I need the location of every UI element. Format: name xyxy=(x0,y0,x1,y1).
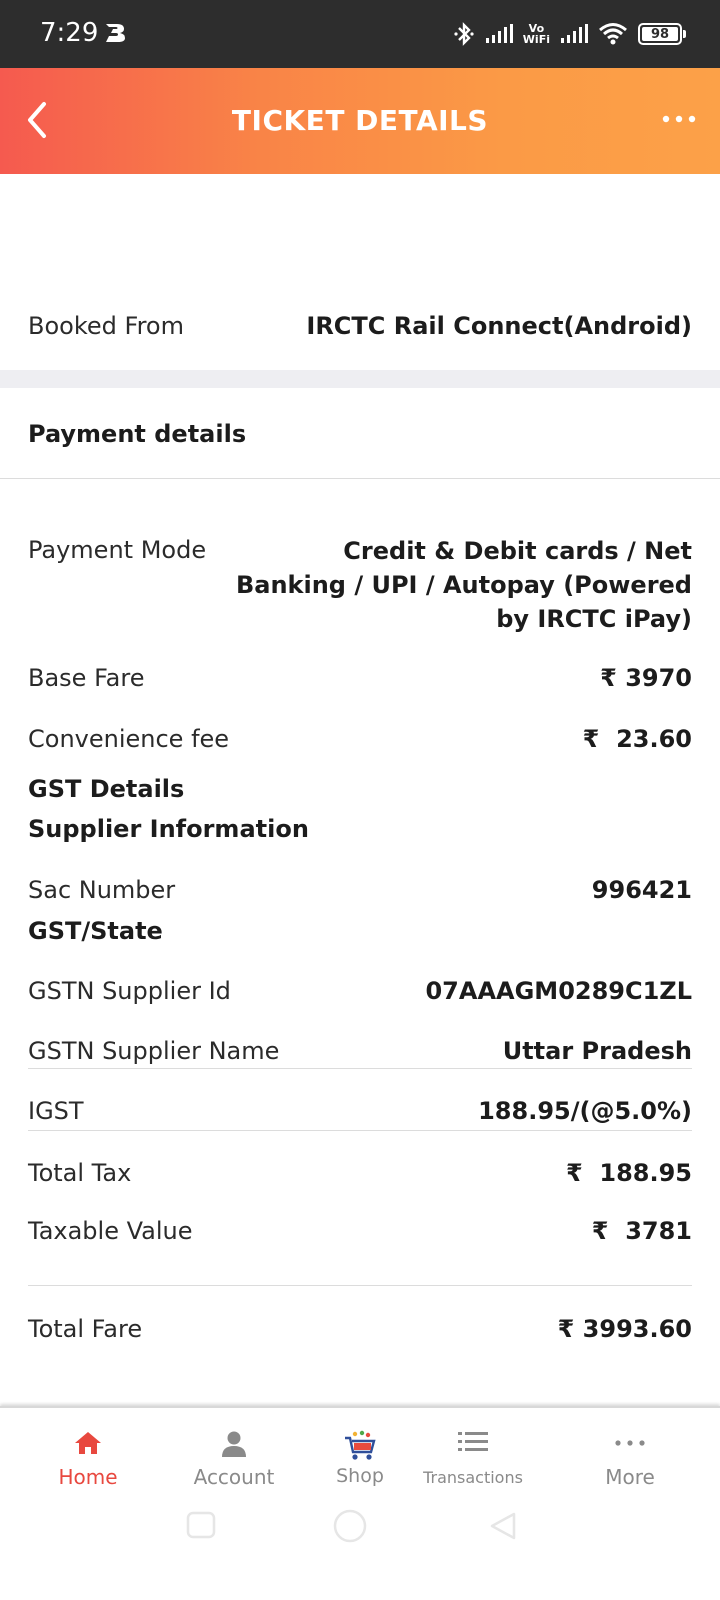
more-dots-icon xyxy=(615,1440,645,1446)
taxable-value-row: Taxable Value ₹ 3781 xyxy=(28,1217,692,1245)
nav-more[interactable]: More xyxy=(560,1408,700,1512)
status-bar: 7:29 Vo WiFi 98 xyxy=(0,0,720,68)
total-tax-row: Total Tax ₹ 188.95 xyxy=(28,1159,692,1187)
gstn-supplier-id-value: 07AAAGM0289C1ZL xyxy=(425,977,692,1005)
battery-icon: 98 xyxy=(638,23,686,45)
divider xyxy=(28,1130,692,1131)
igst-label: IGST xyxy=(28,1097,84,1125)
gst-state-heading: GST/State xyxy=(28,917,163,945)
total-fare-label: Total Fare xyxy=(28,1315,143,1343)
base-fare-value: ₹ 3970 xyxy=(600,664,692,692)
taxable-value-label: Taxable Value xyxy=(28,1217,193,1245)
payment-mode-line-2: Banking / UPI / Autopay (Powered xyxy=(235,571,692,599)
signal-icon-1 xyxy=(485,24,513,43)
status-time: 7:29 xyxy=(40,18,99,48)
recents-icon[interactable] xyxy=(186,1511,216,1539)
base-fare-label: Base Fare xyxy=(28,664,145,692)
vowifi-bottom: WiFi xyxy=(522,33,550,46)
home-circle-icon[interactable] xyxy=(332,1508,368,1544)
nav-transactions-label: Transactions xyxy=(423,1468,523,1487)
nav-home-label: Home xyxy=(58,1465,118,1489)
battery-level: 98 xyxy=(650,26,670,42)
gstn-supplier-name-label: GSTN Supplier Name xyxy=(28,1037,280,1065)
system-navigation-bar xyxy=(0,1508,720,1600)
app-header: TICKET DETAILS xyxy=(0,68,720,174)
wifi-icon xyxy=(599,23,627,45)
convenience-fee-label: Convenience fee xyxy=(28,725,230,753)
payment-mode-line-3: by IRCTC iPay) xyxy=(496,605,692,633)
supplier-information-heading: Supplier Information xyxy=(28,815,309,843)
bluetooth-icon xyxy=(454,22,474,46)
list-icon xyxy=(458,1432,488,1451)
convenience-fee-row: Convenience fee ₹ 23.60 xyxy=(28,725,692,753)
total-tax-value: ₹ 188.95 xyxy=(565,1159,692,1187)
account-icon xyxy=(222,1431,246,1457)
total-tax-label: Total Tax xyxy=(28,1159,132,1187)
sac-number-row: Sac Number 996421 xyxy=(28,876,692,904)
status-icons: Vo WiFi 98 xyxy=(453,18,686,50)
payment-mode-label: Payment Mode xyxy=(28,536,207,564)
home-icon xyxy=(75,1432,101,1454)
signal-icon-2 xyxy=(561,24,588,43)
igst-row: IGST 188.95/(@5.0%) xyxy=(28,1097,692,1125)
booked-from-label: Booked From xyxy=(28,312,184,340)
payment-details-heading: Payment details xyxy=(28,420,247,448)
shop-cart-icon xyxy=(345,1430,376,1460)
convenience-fee-value: ₹ 23.60 xyxy=(582,725,692,753)
gstn-supplier-name-row: GSTN Supplier Name Uttar Pradesh xyxy=(28,1037,692,1065)
igst-value: 188.95/(@5.0%) xyxy=(478,1097,692,1125)
sac-number-label: Sac Number xyxy=(28,876,176,904)
divider xyxy=(28,1068,692,1069)
nav-account-label: Account xyxy=(193,1465,275,1489)
back-triangle-icon[interactable] xyxy=(488,1510,518,1540)
section-divider-band xyxy=(0,370,720,388)
page-title: TICKET DETAILS xyxy=(231,104,489,137)
taxable-value-amount: ₹ 3781 xyxy=(591,1217,692,1245)
booked-from-row: Booked From IRCTC Rail Connect(Android) xyxy=(28,312,692,340)
booked-from-value: IRCTC Rail Connect(Android) xyxy=(306,312,692,340)
gst-details-heading: GST Details xyxy=(28,775,185,803)
nav-more-label: More xyxy=(605,1465,655,1489)
gstn-supplier-id-row: GSTN Supplier Id 07AAAGM0289C1ZL xyxy=(28,977,692,1005)
total-fare-row: Total Fare ₹ 3993.60 xyxy=(28,1315,692,1343)
nav-account[interactable]: Account xyxy=(164,1408,304,1512)
sac-number-value: 996421 xyxy=(591,876,692,904)
gstn-supplier-id-label: GSTN Supplier Id xyxy=(28,977,231,1005)
nav-home[interactable]: Home xyxy=(18,1408,158,1512)
overflow-menu-icon[interactable] xyxy=(660,112,698,126)
app-notification-icon xyxy=(106,24,125,42)
divider xyxy=(0,478,720,479)
base-fare-row: Base Fare ₹ 3970 xyxy=(28,664,692,692)
nav-transactions[interactable]: Transactions xyxy=(403,1408,543,1512)
gstn-supplier-name-value: Uttar Pradesh xyxy=(502,1037,692,1065)
payment-mode-line-1: Credit & Debit cards / Net xyxy=(343,537,692,565)
payment-mode-row: Payment Mode Credit & Debit cards / Net … xyxy=(28,536,692,636)
payment-mode-value: Credit & Debit cards / Net Banking / UPI… xyxy=(236,534,692,636)
divider xyxy=(28,1285,692,1286)
total-fare-value: ₹ 3993.60 xyxy=(557,1315,692,1343)
bottom-navigation: Home Account Shop Transactions More xyxy=(0,1406,720,1510)
vowifi-indicator: Vo WiFi xyxy=(523,23,550,45)
